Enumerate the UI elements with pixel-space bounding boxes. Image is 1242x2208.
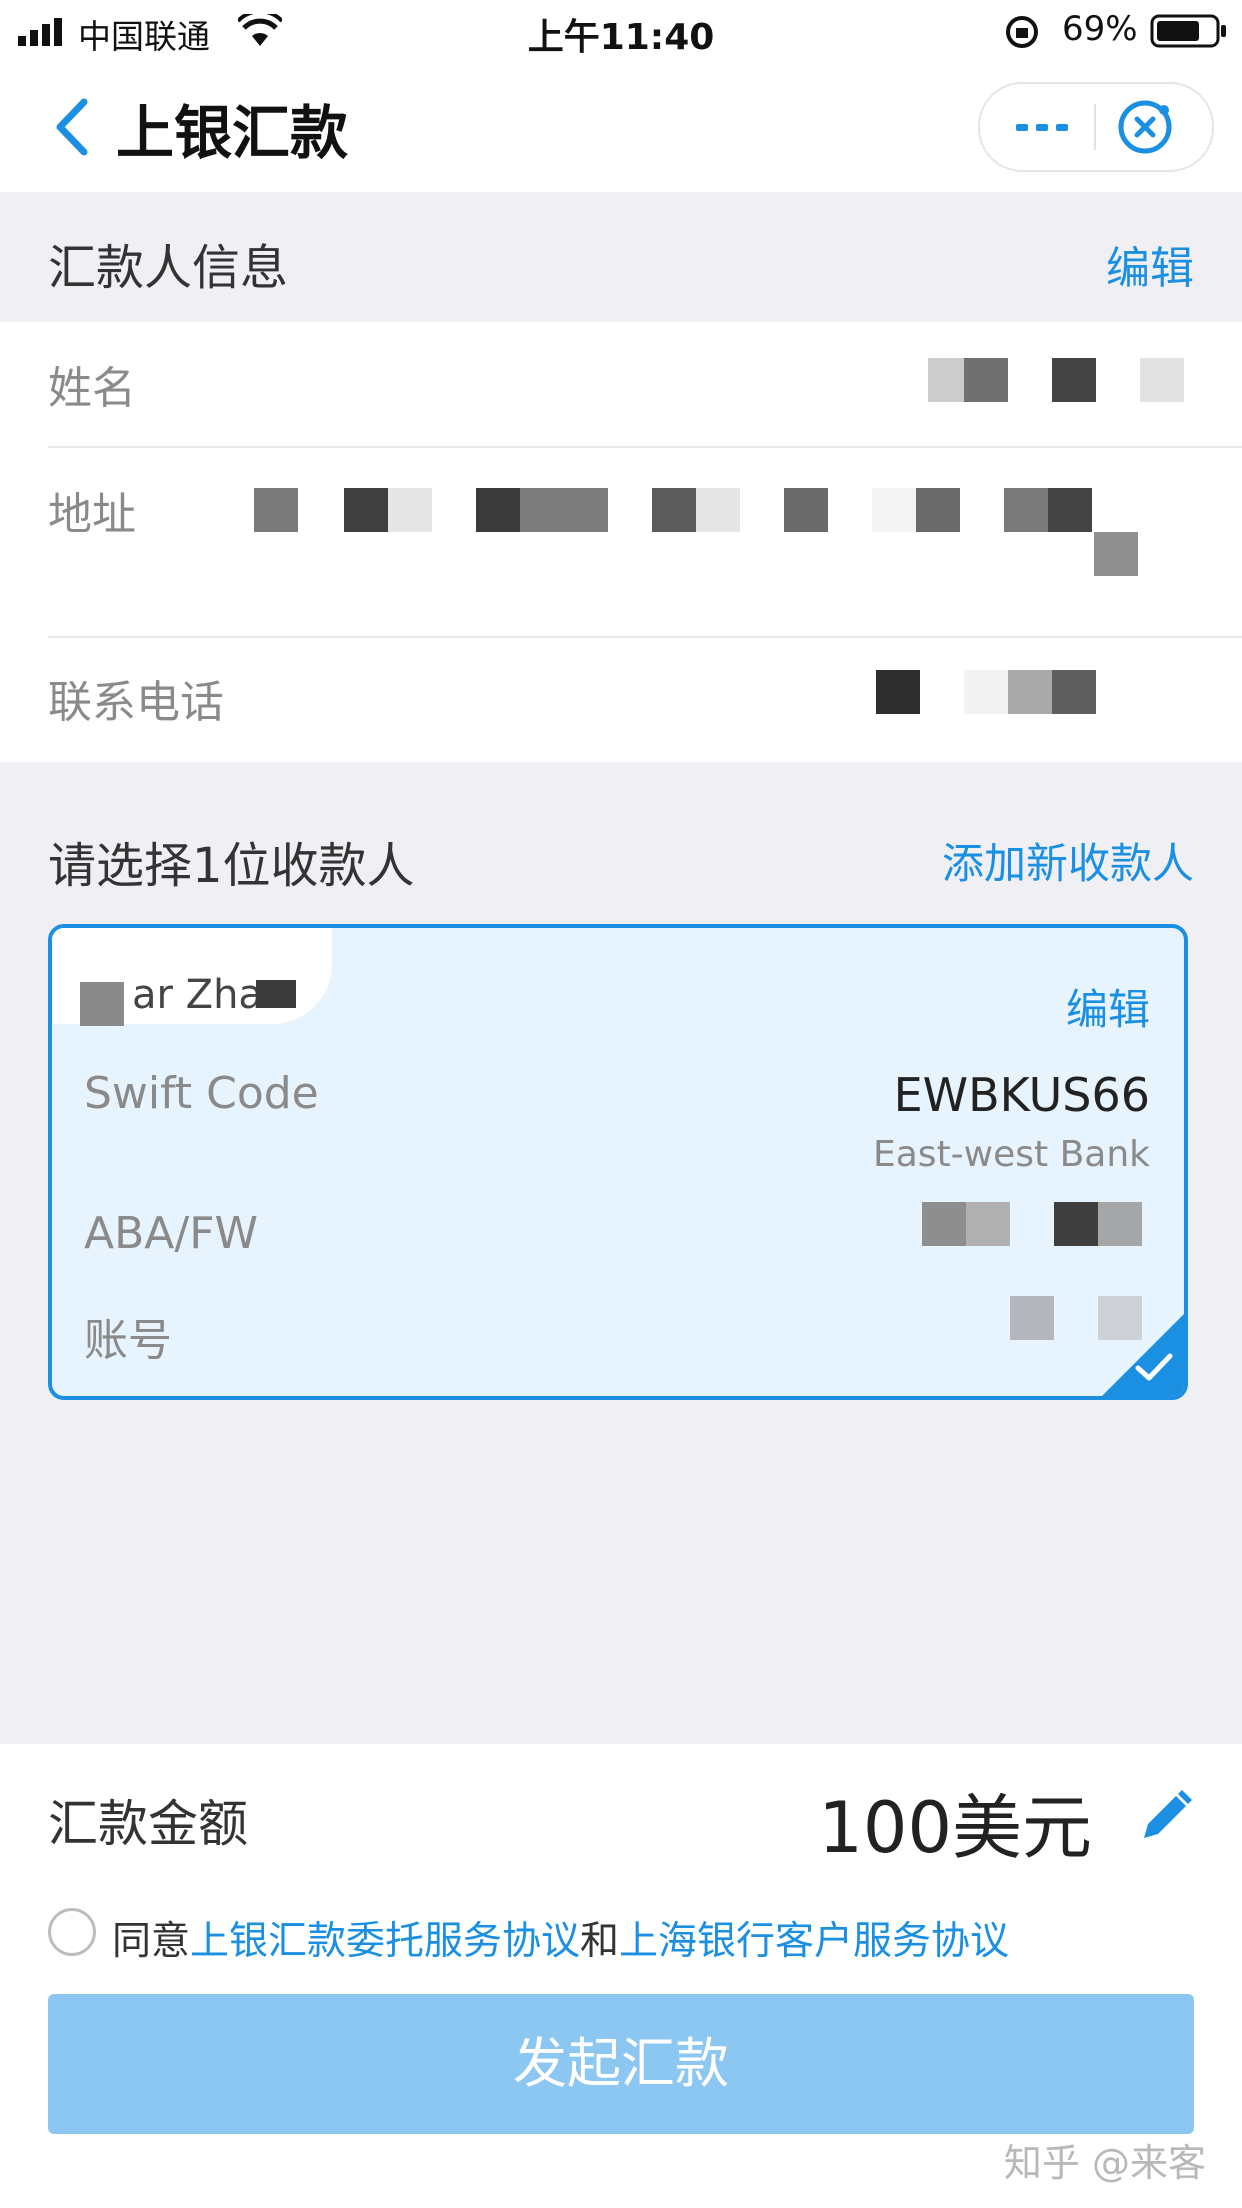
- recipient-section-title: 请选择1位收款人: [48, 838, 415, 894]
- back-button[interactable]: [40, 92, 110, 162]
- more-button[interactable]: [1002, 104, 1082, 150]
- aba-fw-label: ABA/FW: [84, 1208, 259, 1259]
- account-label: 账号: [84, 1315, 172, 1366]
- agree-and: 和: [580, 1919, 620, 1964]
- sender-edit-link[interactable]: 编辑: [1106, 232, 1194, 296]
- sender-section-header: 汇款人信息 编辑: [0, 192, 1242, 322]
- amount-value: 100美元: [818, 1787, 1092, 1869]
- swift-code-label: Swift Code: [84, 1068, 319, 1119]
- clock: 上午11:40: [527, 17, 715, 58]
- chevron-left-icon: [56, 98, 88, 156]
- aba-fw-value-redacted: [922, 1202, 1152, 1246]
- row-divider: [48, 446, 1242, 448]
- address-label: 地址: [48, 489, 136, 540]
- recipient-name: ar Zha: [132, 972, 263, 1018]
- close-button[interactable]: [1114, 98, 1176, 156]
- page-title: 上银汇款: [116, 99, 349, 167]
- submit-remittance-button[interactable]: 发起汇款: [48, 1994, 1194, 2134]
- recipient-card[interactable]: ar Zha 编辑 Swift Code EWBKUS66 East-west …: [48, 924, 1188, 1400]
- battery-percent: 69%: [1062, 9, 1138, 49]
- agreement-text: 同意上银汇款委托服务协议和上海银行客户服务协议: [112, 1910, 1009, 1966]
- sender-section-title: 汇款人信息: [48, 240, 289, 296]
- checkmark-icon: [1134, 1350, 1174, 1388]
- edit-amount-button[interactable]: [1134, 1786, 1196, 1848]
- name-value-redacted: [928, 358, 1188, 402]
- orientation-lock-icon: [1004, 14, 1040, 54]
- capsule-divider: [1094, 104, 1096, 150]
- status-bar: 中国联通 上午11:40 69%: [0, 0, 1242, 62]
- battery-icon: [1150, 14, 1228, 52]
- pencil-icon: [1144, 1790, 1192, 1838]
- recipient-name-redacted: ar Zha: [52, 928, 352, 1028]
- row-divider: [48, 636, 1242, 638]
- phone-label: 联系电话: [48, 677, 224, 728]
- agreement-link-2[interactable]: 上海银行客户服务协议: [619, 1919, 1009, 1964]
- agree-prefix: 同意: [112, 1919, 191, 1964]
- amount-label: 汇款金额: [48, 1795, 248, 1853]
- swift-code-value: EWBKUS66: [893, 1068, 1150, 1122]
- phone-value-redacted: [876, 670, 1096, 714]
- mini-program-capsule: [978, 82, 1214, 172]
- add-recipient-link[interactable]: 添加新收款人: [942, 830, 1194, 891]
- more-dots-icon: [1016, 124, 1068, 131]
- agree-checkbox[interactable]: [48, 1908, 96, 1956]
- recipient-edit-link[interactable]: 编辑: [1066, 976, 1150, 1037]
- agreement-link-1[interactable]: 上银汇款委托服务协议: [190, 1919, 580, 1964]
- bank-name: East-west Bank: [873, 1134, 1150, 1175]
- address-value-redacted: [254, 488, 1154, 588]
- sender-info-panel: 姓名 地址 联系电话: [0, 322, 1242, 762]
- close-circle-icon: [1118, 100, 1172, 154]
- nav-bar: 上银汇款: [0, 62, 1242, 192]
- name-label: 姓名: [48, 363, 136, 414]
- watermark: 知乎 @来客: [1003, 2141, 1206, 2185]
